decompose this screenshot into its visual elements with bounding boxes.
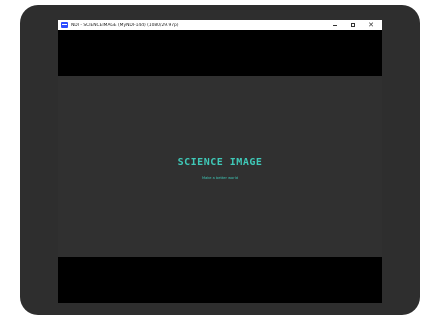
- maximize-button[interactable]: [344, 20, 362, 30]
- close-icon: ✕: [368, 21, 374, 29]
- video-frame: SCIENCE IMAGE Make a better world: [58, 76, 382, 257]
- ndi-app-icon: [61, 22, 68, 28]
- minimize-button[interactable]: [326, 20, 344, 30]
- letterbox-bottom: [58, 257, 382, 303]
- window-title: NDI - SCIENCEIMAGE (MyNDI-14d) (1080/29.…: [71, 22, 179, 28]
- window-titlebar[interactable]: NDI - SCIENCEIMAGE (MyNDI-14d) (1080/29.…: [58, 20, 382, 30]
- letterbox-top: [58, 30, 382, 76]
- device-frame: NDI - SCIENCEIMAGE (MyNDI-14d) (1080/29.…: [20, 5, 420, 315]
- maximize-icon: [351, 23, 355, 27]
- ndi-viewer-window: NDI - SCIENCEIMAGE (MyNDI-14d) (1080/29.…: [58, 20, 382, 303]
- close-button[interactable]: ✕: [362, 20, 380, 30]
- window-controls: ✕: [326, 20, 380, 30]
- brand-title: SCIENCE IMAGE: [177, 157, 263, 168]
- brand-tagline: Make a better world: [202, 176, 238, 180]
- minimize-icon: [333, 24, 337, 26]
